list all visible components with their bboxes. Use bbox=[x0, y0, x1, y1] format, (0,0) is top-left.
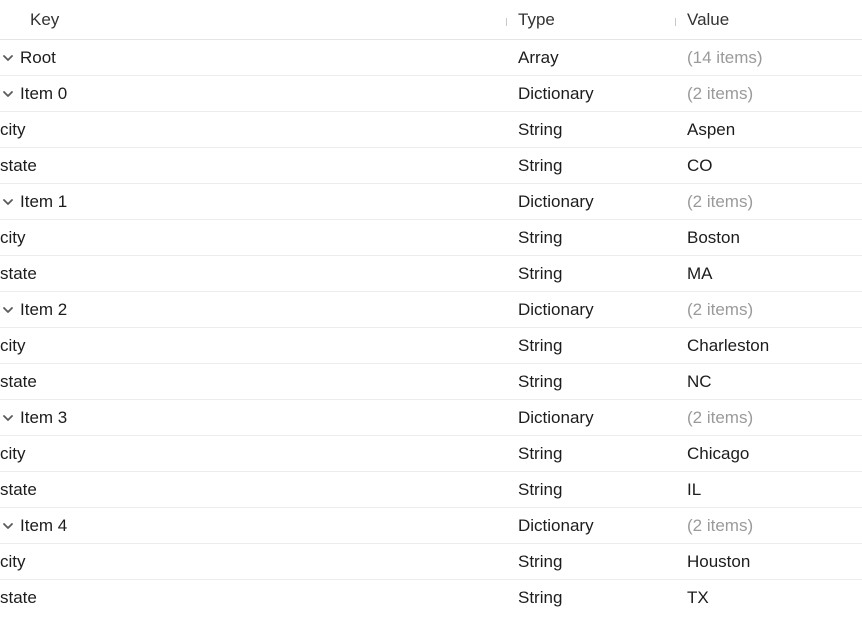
prop-key: state bbox=[0, 156, 37, 176]
prop-type: String bbox=[518, 588, 562, 607]
property-row[interactable]: state String TX bbox=[0, 580, 862, 616]
prop-value: MA bbox=[687, 264, 713, 283]
prop-key: city bbox=[0, 552, 26, 572]
prop-value: Boston bbox=[687, 228, 740, 247]
item-value: (2 items) bbox=[687, 408, 753, 427]
item-type: Dictionary bbox=[518, 300, 594, 319]
item-key: Item 1 bbox=[20, 192, 67, 212]
property-row[interactable]: city String Charleston bbox=[0, 328, 862, 364]
item-key: Item 2 bbox=[20, 300, 67, 320]
plist-editor: Key Type Value Root Array (14 items) Ite… bbox=[0, 0, 862, 616]
prop-value: Charleston bbox=[687, 336, 769, 355]
prop-type: String bbox=[518, 372, 562, 391]
prop-value: NC bbox=[687, 372, 712, 391]
property-row[interactable]: city String Chicago bbox=[0, 436, 862, 472]
prop-value: CO bbox=[687, 156, 713, 175]
property-row[interactable]: state String CO bbox=[0, 148, 862, 184]
item-row[interactable]: Item 1 Dictionary (2 items) bbox=[0, 184, 862, 220]
prop-value: Chicago bbox=[687, 444, 749, 463]
item-row[interactable]: Item 3 Dictionary (2 items) bbox=[0, 400, 862, 436]
root-key: Root bbox=[20, 48, 56, 68]
prop-key: state bbox=[0, 480, 37, 500]
item-key: Item 3 bbox=[20, 408, 67, 428]
prop-value: Houston bbox=[687, 552, 750, 571]
root-type: Array bbox=[518, 48, 559, 67]
prop-key: city bbox=[0, 336, 26, 356]
prop-value: IL bbox=[687, 480, 701, 499]
prop-type: String bbox=[518, 480, 562, 499]
item-type: Dictionary bbox=[518, 408, 594, 427]
prop-type: String bbox=[518, 228, 562, 247]
prop-type: String bbox=[518, 552, 562, 571]
item-row[interactable]: Item 4 Dictionary (2 items) bbox=[0, 508, 862, 544]
chevron-down-icon[interactable] bbox=[0, 410, 16, 426]
type-header[interactable]: Type bbox=[518, 10, 555, 29]
value-header[interactable]: Value bbox=[687, 10, 729, 29]
chevron-down-icon[interactable] bbox=[0, 518, 16, 534]
prop-value: TX bbox=[687, 588, 709, 607]
item-type: Dictionary bbox=[518, 516, 594, 535]
prop-key: state bbox=[0, 372, 37, 392]
item-value: (2 items) bbox=[687, 300, 753, 319]
property-row[interactable]: city String Aspen bbox=[0, 112, 862, 148]
item-type: Dictionary bbox=[518, 192, 594, 211]
root-value: (14 items) bbox=[687, 48, 763, 67]
prop-key: city bbox=[0, 120, 26, 140]
prop-key: city bbox=[0, 444, 26, 464]
key-header[interactable]: Key bbox=[30, 10, 59, 29]
item-value: (2 items) bbox=[687, 516, 753, 535]
prop-type: String bbox=[518, 336, 562, 355]
item-key: Item 4 bbox=[20, 516, 67, 536]
prop-key: state bbox=[0, 264, 37, 284]
root-row[interactable]: Root Array (14 items) bbox=[0, 40, 862, 76]
column-headers: Key Type Value bbox=[0, 0, 862, 40]
item-key: Item 0 bbox=[20, 84, 67, 104]
item-value: (2 items) bbox=[687, 192, 753, 211]
prop-key: state bbox=[0, 588, 37, 608]
property-row[interactable]: city String Houston bbox=[0, 544, 862, 580]
item-value: (2 items) bbox=[687, 84, 753, 103]
item-type: Dictionary bbox=[518, 84, 594, 103]
property-row[interactable]: state String MA bbox=[0, 256, 862, 292]
chevron-down-icon[interactable] bbox=[0, 86, 16, 102]
prop-type: String bbox=[518, 444, 562, 463]
item-row[interactable]: Item 0 Dictionary (2 items) bbox=[0, 76, 862, 112]
property-row[interactable]: state String NC bbox=[0, 364, 862, 400]
item-row[interactable]: Item 2 Dictionary (2 items) bbox=[0, 292, 862, 328]
chevron-down-icon[interactable] bbox=[0, 302, 16, 318]
prop-key: city bbox=[0, 228, 26, 248]
chevron-down-icon[interactable] bbox=[0, 194, 16, 210]
property-row[interactable]: city String Boston bbox=[0, 220, 862, 256]
property-row[interactable]: state String IL bbox=[0, 472, 862, 508]
prop-value: Aspen bbox=[687, 120, 735, 139]
prop-type: String bbox=[518, 264, 562, 283]
prop-type: String bbox=[518, 156, 562, 175]
chevron-down-icon[interactable] bbox=[0, 50, 16, 66]
prop-type: String bbox=[518, 120, 562, 139]
